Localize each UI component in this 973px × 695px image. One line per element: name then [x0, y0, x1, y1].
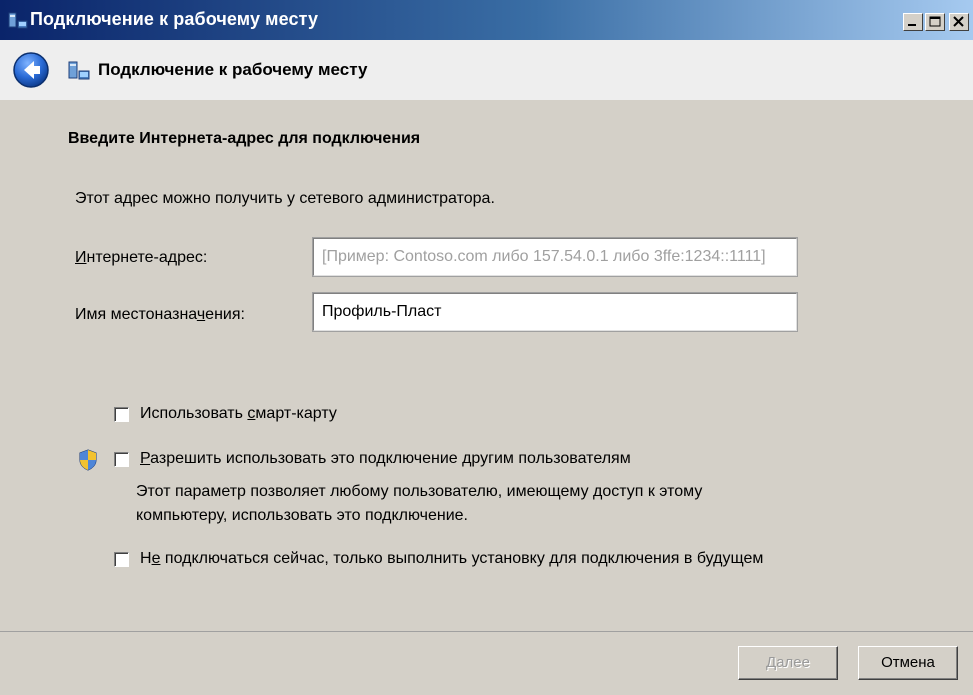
connect-later-checkbox[interactable]: [114, 552, 129, 567]
network-computer-icon: [8, 12, 28, 29]
close-button[interactable]: [949, 13, 969, 31]
share-label[interactable]: Разрешить использовать это подключение д…: [140, 450, 631, 468]
maximize-button[interactable]: [925, 13, 945, 31]
cancel-button[interactable]: Отмена: [858, 646, 958, 680]
network-computer-icon: [68, 61, 90, 80]
next-button[interactable]: Далее: [738, 646, 838, 680]
share-checkbox[interactable]: [114, 452, 129, 467]
wizard-title: Подключение к рабочему месту: [98, 60, 368, 79]
title-bar[interactable]: Подключение к рабочему месту: [0, 0, 973, 40]
wizard-footer: Далее Отмена: [0, 632, 973, 695]
smartcard-label[interactable]: Использовать смарт-карту: [140, 405, 337, 423]
close-icon: [953, 16, 964, 27]
wizard-header: Подключение к рабочему месту: [0, 40, 973, 101]
smartcard-checkbox[interactable]: [114, 407, 129, 422]
address-input[interactable]: [Пример: Contoso.com либо 157.54.0.1 либ…: [312, 237, 798, 277]
connect-later-label[interactable]: Не подключаться сейчас, только выполнить…: [140, 550, 763, 568]
uac-shield-icon: [79, 449, 97, 471]
address-placeholder: [Пример: Contoso.com либо 157.54.0.1 либ…: [322, 248, 766, 265]
minimize-button[interactable]: [903, 13, 923, 31]
page-heading: Введите Интернета-адрес для подключения: [68, 130, 421, 147]
wizard-content: Введите Интернета-адрес для подключения …: [0, 100, 973, 632]
maximize-icon: [929, 16, 941, 27]
back-arrow-icon[interactable]: [12, 51, 50, 89]
connection-wizard-window: Подключение к рабочему месту Подключение…: [0, 0, 973, 695]
share-note-line2: компьютеру, использовать это подключение…: [136, 507, 468, 524]
destination-input[interactable]: Профиль-Пласт: [312, 292, 798, 332]
destination-label: Имя местоназначения:: [75, 306, 245, 323]
minimize-icon: [908, 24, 916, 26]
share-note-line1: Этот параметр позволяет любому пользоват…: [136, 483, 703, 500]
address-label: Интернете-адрес:: [75, 249, 208, 266]
page-description: Этот адрес можно получить у сетевого адм…: [75, 190, 495, 207]
window-title: Подключение к рабочему месту: [30, 9, 319, 29]
destination-value: Профиль-Пласт: [322, 303, 442, 320]
